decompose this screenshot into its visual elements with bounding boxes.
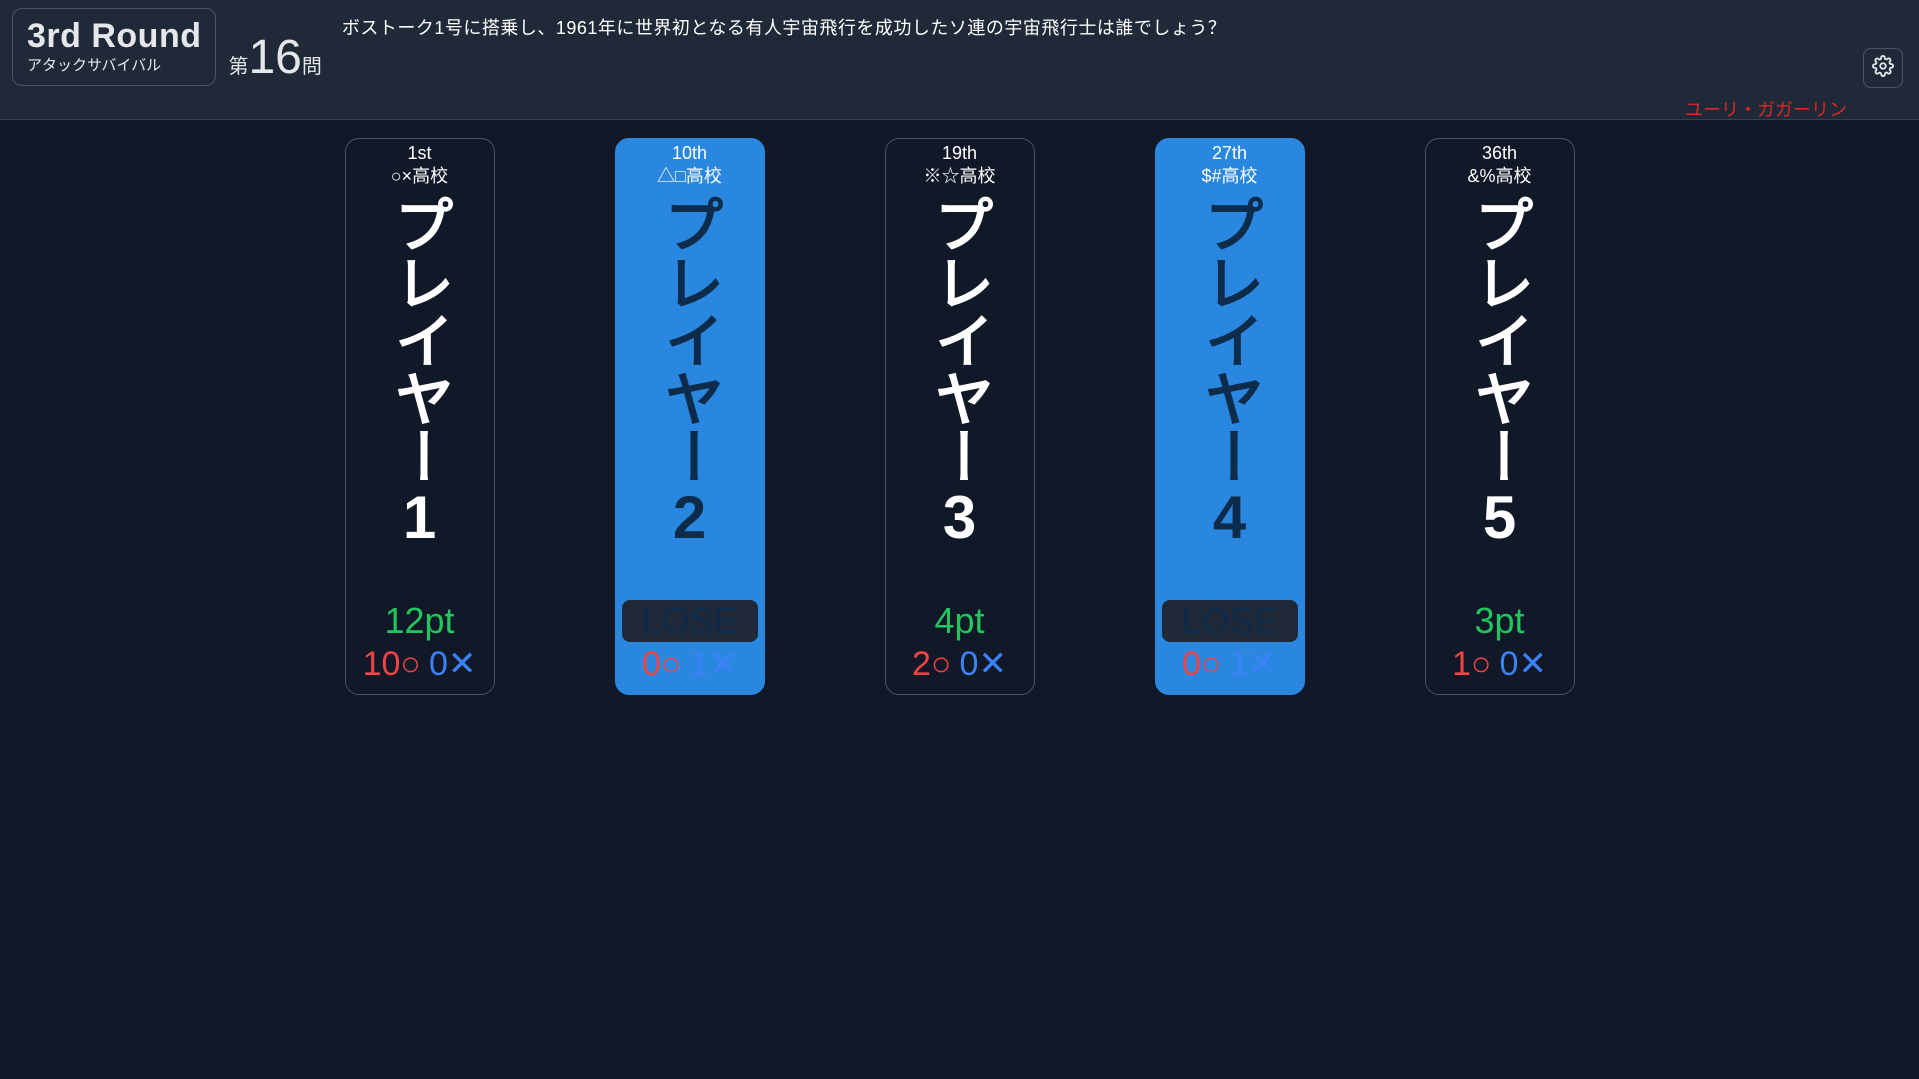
settings-button[interactable]	[1863, 48, 1903, 88]
wrong-count: 0✕	[429, 644, 476, 684]
lose-badge: LOSE	[1162, 600, 1298, 642]
player-school: &%高校	[1426, 162, 1574, 188]
player-score: 4pt	[886, 600, 1034, 642]
wrong-count: 0✕	[960, 644, 1007, 684]
circle-icon: ○	[661, 645, 682, 683]
player-ox-stats: 2○0✕	[886, 644, 1034, 684]
player-name: プレイヤー5	[1456, 194, 1543, 592]
player-school: $#高校	[1156, 162, 1304, 188]
circle-icon: ○	[400, 645, 421, 683]
round-subtitle: アタックサバイバル	[27, 54, 201, 75]
wrong-count: 1✕	[1230, 644, 1277, 684]
circle-icon: ○	[931, 645, 952, 683]
question-number-value: 16	[248, 34, 301, 82]
cross-icon: ✕	[1248, 645, 1277, 683]
cross-icon: ✕	[1518, 645, 1547, 683]
player-score: 3pt	[1426, 600, 1574, 642]
player-card[interactable]: 27th$#高校プレイヤー4 LOSE0○1✕	[1155, 138, 1305, 695]
correct-count: 0○	[642, 645, 681, 684]
player-name: プレイヤー4	[1186, 194, 1273, 592]
correct-count: 2○	[912, 645, 951, 684]
player-name: プレイヤー2	[646, 194, 733, 592]
question-number: 第 16 問	[228, 34, 321, 82]
wrong-count: 0✕	[1500, 644, 1547, 684]
player-rank: 10th	[616, 143, 764, 164]
lose-badge: LOSE	[622, 600, 758, 642]
player-card[interactable]: 36th&%高校プレイヤー5 3pt1○0✕	[1425, 138, 1575, 695]
correct-count: 10○	[363, 645, 421, 684]
header-bar: 3rd Round アタックサバイバル 第 16 問 ボストーク1号に搭乗し、1…	[0, 0, 1919, 120]
gear-icon	[1872, 55, 1894, 82]
round-title: 3rd Round	[27, 17, 201, 56]
player-ox-stats: 1○0✕	[1426, 644, 1574, 684]
circle-icon: ○	[1471, 645, 1492, 683]
question-text: ボストーク1号に搭乗し、1961年に世界初となる有人宇宙飛行を成功したソ連の宇宙…	[342, 14, 1907, 40]
wrong-count: 1✕	[690, 644, 737, 684]
player-school: △□高校	[616, 162, 764, 188]
correct-count: 0○	[1182, 645, 1221, 684]
player-card[interactable]: 10th△□高校プレイヤー2 LOSE0○1✕	[615, 138, 765, 695]
player-ox-stats: 10○0✕	[346, 644, 494, 684]
player-card[interactable]: 19th※☆高校プレイヤー3 4pt2○0✕	[885, 138, 1035, 695]
player-card[interactable]: 1st○×高校プレイヤー1 12pt10○0✕	[345, 138, 495, 695]
circle-icon: ○	[1201, 645, 1222, 683]
round-box: 3rd Round アタックサバイバル	[12, 8, 216, 86]
player-rank: 1st	[346, 143, 494, 164]
player-board: 1st○×高校プレイヤー112pt10○0✕10th△□高校プレイヤー2LOSE…	[0, 120, 1919, 695]
player-rank: 27th	[1156, 143, 1304, 164]
correct-count: 1○	[1452, 645, 1491, 684]
cross-icon: ✕	[448, 645, 477, 683]
question-area: ボストーク1号に搭乗し、1961年に世界初となる有人宇宙飛行を成功したソ連の宇宙…	[322, 8, 1907, 122]
player-school: ○×高校	[346, 162, 494, 188]
question-number-prefix: 第	[228, 50, 248, 79]
player-ox-stats: 0○1✕	[616, 644, 764, 684]
player-ox-stats: 0○1✕	[1156, 644, 1304, 684]
cross-icon: ✕	[708, 645, 737, 683]
question-number-suffix: 問	[302, 50, 322, 79]
player-rank: 36th	[1426, 143, 1574, 164]
answer-text: ユーリ・ガガーリン	[342, 96, 1907, 122]
player-name: プレイヤー1	[376, 194, 463, 592]
player-score: 12pt	[346, 600, 494, 642]
player-name: プレイヤー3	[916, 194, 1003, 592]
cross-icon: ✕	[978, 645, 1007, 683]
player-rank: 19th	[886, 143, 1034, 164]
player-school: ※☆高校	[886, 162, 1034, 188]
